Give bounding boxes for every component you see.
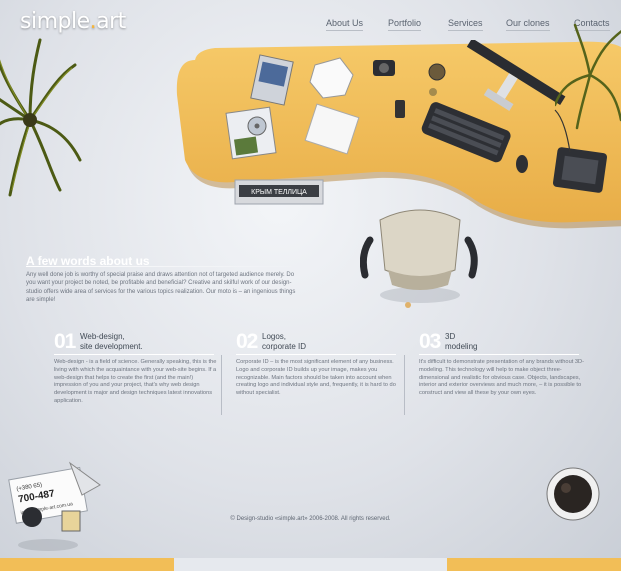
page: simple.art About Us Portfolio Services O… bbox=[0, 0, 621, 571]
column-separator bbox=[404, 355, 405, 415]
desk-sign-text: КРЫМ ТЕЛЛИЦА bbox=[251, 189, 307, 196]
service-divider bbox=[419, 354, 579, 355]
about-intro-text: Any well done job is worthy of special p… bbox=[26, 272, 296, 304]
site-logo[interactable]: simple.art bbox=[20, 9, 126, 34]
nav-services[interactable]: Services bbox=[448, 18, 483, 31]
palm-plant-left bbox=[0, 38, 82, 197]
service-description: Web-design - is a field of science. Gene… bbox=[54, 359, 217, 404]
service-description: Corporate ID – is the most significant e… bbox=[236, 359, 396, 397]
mobile-phone bbox=[395, 100, 405, 118]
service-title[interactable]: Logos, corporate ID bbox=[262, 332, 306, 352]
computer-mouse bbox=[516, 155, 528, 173]
nav-our-clones[interactable]: Our clones bbox=[506, 18, 550, 31]
nav-about-us[interactable]: About Us bbox=[326, 18, 364, 31]
nav-portfolio[interactable]: Portfolio bbox=[388, 18, 422, 31]
service-number: 02 bbox=[236, 330, 258, 353]
palm-plant-right bbox=[555, 23, 621, 130]
service-number: 03 bbox=[419, 330, 441, 353]
footer-copyright: © Design-studio «simple.art» 2006-2008. … bbox=[230, 516, 391, 522]
office-chair bbox=[360, 209, 478, 308]
service-title[interactable]: Web-design, site development. bbox=[80, 332, 143, 352]
business-card-props: (+380 65) 700-487 info@simple-art.com.ua bbox=[8, 461, 101, 551]
service-number: 01 bbox=[54, 330, 76, 353]
service-divider bbox=[54, 354, 214, 355]
cup-of-coffee bbox=[546, 467, 600, 521]
service-description: It's difficult to demonstrate presentati… bbox=[419, 359, 585, 397]
service-title[interactable]: 3D modeling bbox=[445, 332, 477, 352]
column-separator bbox=[221, 355, 222, 415]
heading-divider bbox=[26, 266, 301, 267]
service-divider bbox=[236, 354, 396, 355]
bottom-stripe bbox=[0, 558, 621, 571]
